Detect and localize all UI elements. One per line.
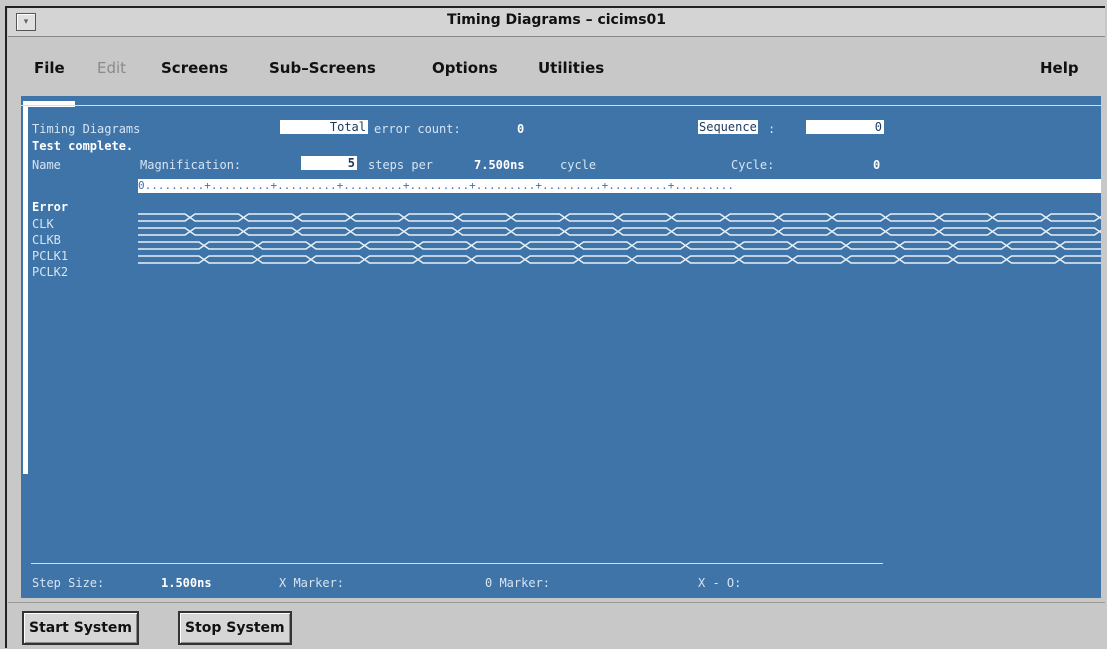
name-column-label: Name: [32, 158, 61, 172]
sequence-field[interactable]: 0: [806, 120, 884, 134]
error-row-label: Error: [32, 200, 69, 214]
x-minus-o-label: X - O:: [698, 576, 742, 590]
magnification-label: Magnification:: [140, 158, 242, 172]
menu-screens[interactable]: Screens: [161, 59, 228, 77]
cycle-value: 0: [873, 158, 881, 172]
menu-utilities[interactable]: Utilities: [538, 59, 604, 77]
steps-per-label: steps per: [368, 158, 434, 172]
sequence-label: Sequence: [698, 120, 758, 134]
timing-panel: Timing Diagrams Total error count: 0 Seq…: [21, 96, 1101, 598]
wave-clkb-trace: [138, 227, 1101, 236]
menu-edit[interactable]: Edit: [97, 59, 126, 77]
signal-name-clk[interactable]: CLK: [32, 217, 54, 231]
menu-file[interactable]: File: [34, 59, 65, 77]
magnification-field[interactable]: 5: [301, 156, 357, 170]
menu-sub-screens[interactable]: Sub–Screens: [269, 59, 376, 77]
error-count-label: error count:: [374, 122, 461, 136]
menu-help[interactable]: Help: [1040, 59, 1079, 77]
panel-heading: Timing Diagrams: [32, 122, 141, 136]
panel-top-divider: [21, 105, 1101, 106]
panel-left-bar: [23, 106, 28, 474]
menu-options[interactable]: Options: [432, 59, 498, 77]
cycle-label: Cycle:: [731, 158, 775, 172]
step-size-value: 1.500ns: [161, 576, 212, 590]
cycle-time-value: 7.500ns: [474, 158, 525, 172]
wave-clk-trace: [138, 213, 1101, 222]
window-frame-left: [5, 6, 7, 648]
start-system-button[interactable]: Start System: [22, 611, 140, 645]
wave-clkb-trace: [138, 227, 1101, 236]
waveform-pclk2: [138, 255, 1101, 264]
footer-divider: [31, 563, 883, 564]
step-size-label: Step Size:: [32, 576, 105, 590]
cycle-word: cycle: [560, 158, 597, 172]
bottom-button-bar: Start System Stop System: [8, 602, 1105, 649]
waveform-clk: [138, 213, 1101, 222]
signal-name-pclk2[interactable]: PCLK2: [32, 265, 68, 279]
stop-system-button[interactable]: Stop System: [178, 611, 292, 645]
total-label: Total: [280, 120, 368, 134]
signal-waveforms[interactable]: [138, 211, 1101, 301]
signal-name-pclk1[interactable]: PCLK1: [32, 249, 68, 263]
signal-name-clkb[interactable]: CLKB: [32, 233, 61, 247]
error-count-value: 0: [517, 122, 525, 136]
status-text: Test complete.: [32, 139, 134, 153]
application-window: ▾ Timing Diagrams – cicims01 File Edit S…: [0, 0, 1107, 649]
sequence-colon: :: [768, 122, 776, 136]
title-bar[interactable]: ▾ Timing Diagrams – cicims01: [8, 8, 1105, 37]
wave-clk-trace: [138, 213, 1101, 222]
window-title: Timing Diagrams – cicims01: [446, 12, 667, 28]
menu-bar: File Edit Screens Sub–Screens Options Ut…: [8, 46, 1105, 88]
panel-tab: [23, 101, 75, 107]
waveform-pclk1: [138, 241, 1101, 250]
o-marker-label: 0 Marker:: [485, 576, 551, 590]
x-marker-label: X Marker:: [279, 576, 345, 590]
waveform-clkb: [138, 227, 1101, 236]
time-ruler[interactable]: 0.........+.........+.........+.........…: [138, 179, 1101, 193]
